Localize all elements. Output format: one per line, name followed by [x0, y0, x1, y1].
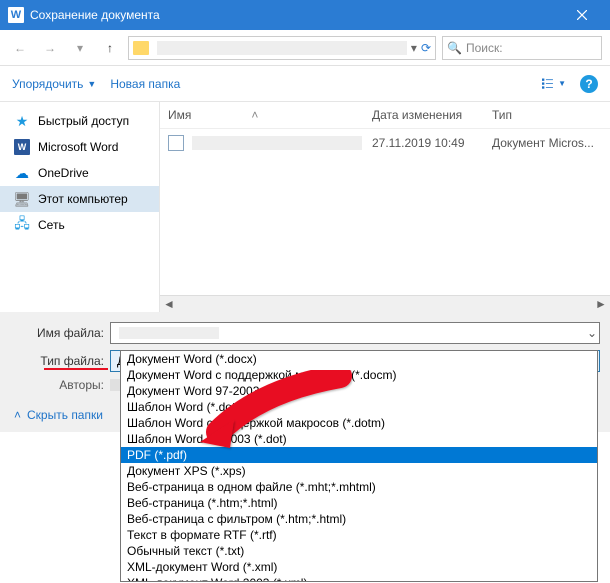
chevron-down-icon: ▼: [558, 79, 566, 88]
document-icon: [168, 135, 184, 151]
filetype-label: Тип файла:: [10, 354, 110, 368]
word-icon: W: [14, 139, 30, 155]
file-date: 27.11.2019 10:49: [372, 136, 492, 150]
sidebar-item-word[interactable]: W Microsoft Word: [0, 134, 159, 160]
filetype-option[interactable]: Документ XPS (*.xps): [121, 463, 597, 479]
new-folder-button[interactable]: Новая папка: [110, 77, 180, 91]
sidebar-item-quick-access[interactable]: ★ Быстрый доступ: [0, 108, 159, 134]
star-icon: ★: [14, 113, 30, 129]
navbar: ← → ▾ ↑ ▾ ⟳ 🔍 Поиск:: [0, 30, 610, 66]
search-input[interactable]: 🔍 Поиск:: [442, 36, 602, 60]
sidebar-item-network[interactable]: 🖧 Сеть: [0, 212, 159, 238]
scroll-right-icon[interactable]: ►: [594, 297, 608, 311]
filename-value-redacted: [119, 327, 219, 339]
titlebar: W Сохранение документа: [0, 0, 610, 30]
filetype-option[interactable]: Текст в формате RTF (*.rtf): [121, 527, 597, 543]
refresh-icon[interactable]: ⟳: [421, 41, 431, 55]
chevron-up-icon: ˄: [14, 408, 21, 422]
nav-up-button[interactable]: ↑: [98, 36, 122, 60]
sidebar-item-onedrive[interactable]: ☁ OneDrive: [0, 160, 159, 186]
filetype-option[interactable]: Шаблон Word (*.dotx): [121, 399, 597, 415]
filetype-option[interactable]: Веб-страница (*.htm;*.html): [121, 495, 597, 511]
chevron-down-icon: ▼: [87, 79, 96, 89]
filetype-dropdown-list[interactable]: Документ Word (*.docx)Документ Word с по…: [120, 350, 598, 582]
filetype-option[interactable]: Документ Word с поддержкой макросов (*.d…: [121, 367, 597, 383]
help-button[interactable]: ?: [580, 75, 598, 93]
scroll-left-icon[interactable]: ◄: [162, 297, 176, 311]
search-placeholder: Поиск:: [466, 41, 503, 55]
column-type[interactable]: Тип: [492, 108, 602, 122]
view-mode-icon: [542, 77, 556, 91]
view-mode-button[interactable]: ▼: [542, 72, 566, 96]
close-icon: [577, 10, 587, 20]
nav-back-button[interactable]: ←: [8, 36, 32, 60]
filetype-option[interactable]: Документ Word (*.docx): [121, 351, 597, 367]
word-app-icon: W: [8, 7, 24, 23]
horizontal-scrollbar[interactable]: ◄ ►: [160, 295, 610, 312]
organize-button[interactable]: Упорядочить ▼: [12, 77, 96, 91]
nav-forward-button[interactable]: →: [38, 36, 62, 60]
filetype-option[interactable]: Обычный текст (*.txt): [121, 543, 597, 559]
cloud-icon: ☁: [14, 165, 30, 181]
authors-label: Авторы:: [10, 378, 110, 392]
file-list: Имя˄ Дата изменения Тип 27.11.2019 10:49…: [160, 102, 610, 312]
window-title: Сохранение документа: [30, 8, 562, 22]
close-button[interactable]: [562, 0, 602, 30]
filetype-option[interactable]: Документ Word 97-2003 (*.doc): [121, 383, 597, 399]
filetype-option[interactable]: Шаблон Word 97-2003 (*.dot): [121, 431, 597, 447]
folder-icon: [133, 41, 149, 55]
filetype-option[interactable]: Веб-страница с фильтром (*.htm;*.html): [121, 511, 597, 527]
chevron-down-icon[interactable]: ⌄: [587, 326, 597, 340]
path-redacted: [157, 41, 407, 55]
filename-redacted: [192, 136, 362, 150]
filetype-option[interactable]: Шаблон Word с поддержкой макросов (*.dot…: [121, 415, 597, 431]
chevron-down-icon[interactable]: ▾: [411, 41, 417, 55]
column-date[interactable]: Дата изменения: [372, 108, 492, 122]
filename-input[interactable]: ⌄: [110, 322, 600, 344]
filetype-option[interactable]: XML-документ Word 2003 (*.xml): [121, 575, 597, 582]
filename-label: Имя файла:: [10, 326, 110, 340]
sidebar: ★ Быстрый доступ W Microsoft Word ☁ OneD…: [0, 102, 160, 312]
filetype-option[interactable]: Веб-страница в одном файле (*.mht;*.mhtm…: [121, 479, 597, 495]
toolbar: Упорядочить ▼ Новая папка ▼ ?: [0, 66, 610, 102]
address-bar[interactable]: ▾ ⟳: [128, 36, 436, 60]
search-icon: 🔍: [447, 41, 462, 55]
sort-icon: ˄: [251, 108, 258, 122]
filetype-option[interactable]: XML-документ Word (*.xml): [121, 559, 597, 575]
column-name[interactable]: Имя˄: [168, 108, 372, 122]
sidebar-item-this-pc[interactable]: 🖥 Этот компьютер: [0, 186, 159, 212]
filetype-option[interactable]: PDF (*.pdf): [121, 447, 597, 463]
file-type: Документ Micros...: [492, 136, 602, 150]
column-headers: Имя˄ Дата изменения Тип: [160, 102, 610, 129]
monitor-icon: 🖥: [14, 191, 30, 207]
nav-history-button[interactable]: ▾: [68, 36, 92, 60]
file-row[interactable]: 27.11.2019 10:49 Документ Micros...: [160, 129, 610, 157]
network-icon: 🖧: [14, 217, 30, 233]
